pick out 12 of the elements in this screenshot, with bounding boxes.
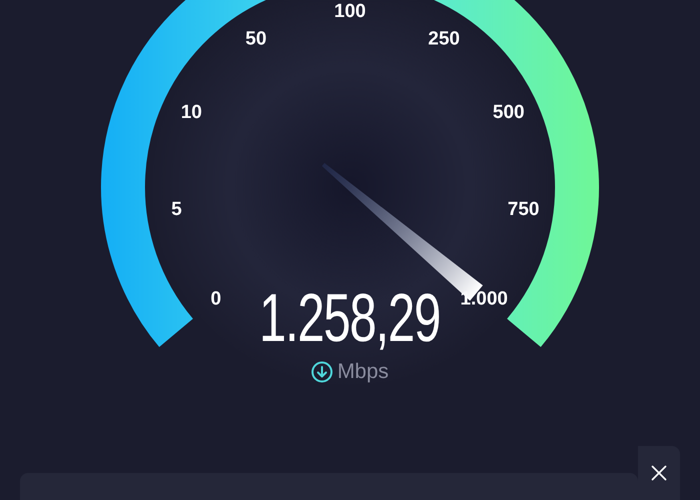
- tick-label: 50: [245, 28, 267, 50]
- tick-label: 5: [171, 198, 182, 220]
- tick-label: 100: [334, 1, 366, 22]
- speed-value: 1.258,29: [260, 284, 440, 352]
- tick-label: 10: [180, 102, 202, 124]
- close-button[interactable]: [638, 446, 680, 500]
- tick-label: 250: [428, 28, 460, 50]
- speed-unit: Mbps: [337, 359, 389, 385]
- tick-label: 750: [508, 198, 540, 220]
- tick-label: 500: [492, 102, 524, 124]
- tick-label: 0: [210, 288, 222, 310]
- download-icon: [311, 360, 334, 383]
